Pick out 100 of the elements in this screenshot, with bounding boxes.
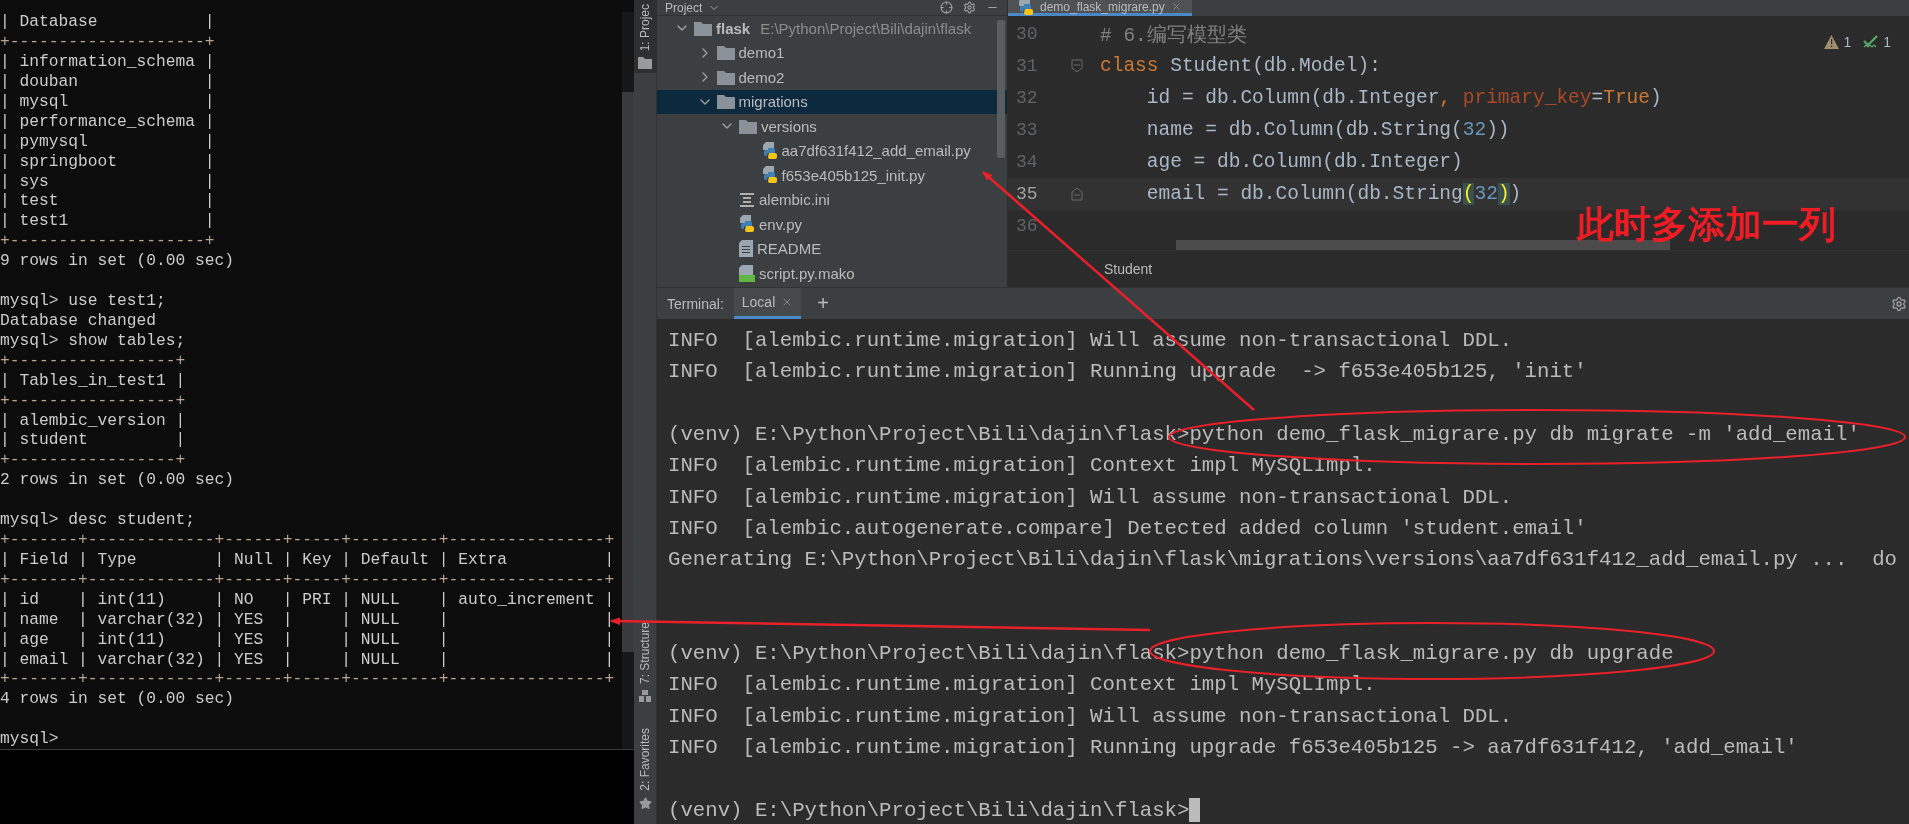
code-line: id = db.Column(db.Integer, primary_key=True) [1145,87,1662,109]
terminal-line: INFO [alembic.runtime.migration] Running upgrade f653e405b125 -> aa7df631f412, 'add_email' [668,736,1798,759]
console-line: | id | int(11) | NO | PRI | NULL | auto_increment | [0,589,615,610]
folder-icon [739,118,757,134]
project-tree-item[interactable]: migrations [657,89,1007,114]
python-file-icon [739,215,755,234]
console-line: mysql> desc student; [0,509,196,530]
line-number: 30 [1015,24,1039,44]
folder-icon [694,20,712,36]
console-line: | name | varchar(32) | YES | | NULL | | [0,609,615,630]
add-tab-button[interactable]: + [811,288,835,319]
terminal-line: Generating E:\Python\Project\Bili\dajin\flask\migrations\versions\aa7df631f412_add_email.py ... do [668,548,1898,572]
table-border-line: +-----------------+ [0,390,186,411]
settings-file-icon [739,191,755,208]
scrollbar[interactable] [622,12,634,749]
line-number: 34 [1015,152,1039,172]
table-border-line: +--------------------+ [0,31,215,52]
console-line: | performance_schema | [0,111,215,132]
folder-icon [638,57,652,70]
python-file-icon [1018,0,1034,16]
text-cursor [1189,798,1201,823]
console-line: | alembic_version | [0,410,186,431]
table-border-line: +-------+-------------+------+-----+---------+----------------+ [0,569,615,590]
console-line: 4 rows in set (0.00 sec) [0,689,235,710]
console-line: mysql> show tables; [0,330,186,351]
python-file-icon [761,166,778,185]
project-tree-item[interactable]: f653e405b125_init.py [657,163,1007,188]
terminal-line: INFO [alembic.runtime.migration] Context impl MySQLImpl. [668,454,1376,478]
console-line: | springboot | [0,151,215,172]
console-line: 2 rows in set (0.00 sec) [0,470,235,491]
line-number: 35 [1015,184,1039,204]
table-border-line: +--------------------+ [0,231,215,252]
line-number: 36 [1015,216,1039,236]
text-file-icon [739,240,753,258]
console-line: | Database | [0,12,215,32]
folder-icon [716,45,735,61]
tool-window-button[interactable]: 7: Structure [633,618,657,707]
panel-title[interactable]: Project [665,0,703,15]
folder-icon [716,69,735,85]
terminal-line: INFO [alembic.runtime.migration] Will assume non-transactional DDL. [668,704,1513,728]
check-icon[interactable] [1863,35,1880,49]
project-tree-item[interactable]: versions [657,114,1007,139]
console-line: Database changed [0,310,157,331]
code-line: # 6.编写模型类 [1100,23,1247,48]
console-line: | douban | [0,71,215,92]
console-line: | sys | [0,171,215,192]
close-icon[interactable] [1170,1,1182,12]
project-tree-item[interactable]: env.py [657,212,1007,237]
console-line: | student | [0,430,186,451]
structure-icon [639,690,651,703]
terminal-prompt: (venv) E:\Python\Project\Bili\dajin\flask> [668,798,1190,822]
inspection-count: 1 [1843,34,1852,50]
table-border-line: +-------+-------------+------+-----+---------+----------------+ [0,669,615,690]
settings-icon[interactable] [963,1,976,14]
console-line: | test1 | [0,211,215,232]
template-file-icon [739,264,755,282]
project-tree-item[interactable]: alembic.ini [657,187,1007,212]
project-tree-item[interactable]: README [657,236,1007,261]
crosshair-icon[interactable] [940,1,953,14]
warning-icon[interactable] [1824,35,1840,49]
console-line: mysql> use test1; [0,290,166,311]
tool-window-button[interactable]: 2: Favorites [633,724,657,814]
terminal-tab[interactable]: Local [733,288,802,319]
console-line: 9 rows in set (0.00 sec) [0,251,235,272]
terminal-line: INFO [alembic.runtime.migration] Will assume non-transactional DDL. [668,485,1513,509]
terminal-line: INFO [alembic.autogenerate.compare] Detected added column 'student.email' [668,516,1587,540]
line-number: 33 [1015,120,1039,140]
console-line: | mysql | [0,91,215,112]
folder-icon [716,94,735,110]
project-tree-item[interactable]: demo2 [657,65,1007,90]
scrollbar[interactable] [997,20,1005,158]
project-tree-item[interactable]: demo1 [657,40,1007,65]
project-tree-item[interactable]: flask E:\Python\Project\Bili\dajin\flask [657,16,1007,41]
console-line: mysql> [0,729,59,749]
line-number: 31 [1015,56,1039,76]
editor-tab[interactable]: demo_flask_migrare.py [1008,0,1192,16]
code-line: class Student(db.Model): [1100,55,1381,77]
breadcrumb[interactable]: Student [1104,261,1153,277]
code-line: age = db.Column(db.Integer) [1145,151,1463,173]
console-line: | test | [0,191,215,212]
console-line: | pymysql | [0,131,215,152]
table-border-line: +-----------------+ [0,350,186,371]
inspection-count: 1 [1883,34,1891,50]
console-line: | Tables_in_test1 | [0,370,186,391]
python-file-icon [761,141,778,160]
star-icon [638,797,652,810]
folder-name: flask [716,19,751,37]
fold-icon[interactable] [1071,187,1083,201]
line-number: 32 [1015,88,1039,108]
fold-icon[interactable] [1071,59,1083,73]
console-line: | age | int(11) | YES | | NULL | | [0,629,615,650]
tool-window-button[interactable]: 1: Projec [633,0,657,74]
code-line: email = db.Column(db.String(32)) [1145,183,1522,205]
project-tree-item[interactable]: aa7df631f412_add_email.py [657,138,1007,163]
settings-icon[interactable] [1891,295,1907,312]
terminal-label: Terminal: [667,294,724,314]
annotation-text: 此时多添加一列 [1577,202,1836,248]
code-line: name = db.Column(db.String(32)) [1145,119,1510,141]
project-tree-item[interactable]: script.py.mako [657,261,1007,286]
console-line: | information_schema | [0,51,215,72]
